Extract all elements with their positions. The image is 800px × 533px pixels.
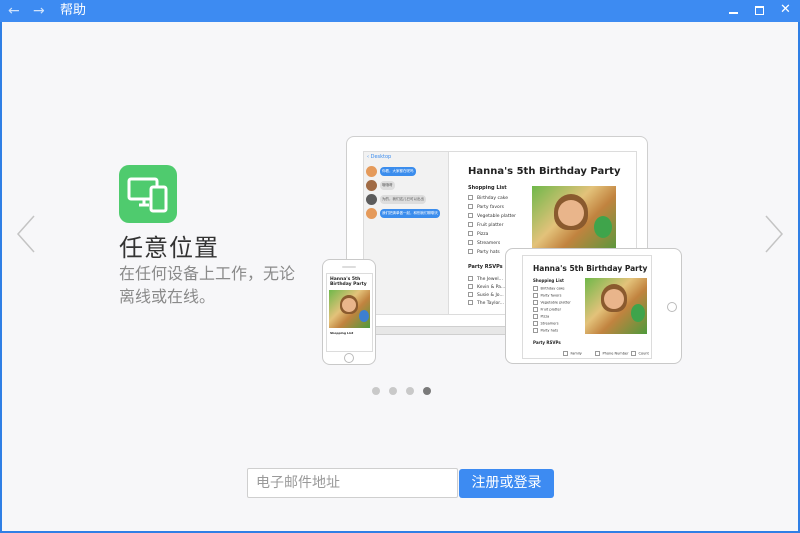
chat-bubble: 你看，大家都在呢吗 — [380, 167, 416, 176]
home-button-icon — [667, 302, 677, 312]
avatar — [366, 194, 377, 205]
list-item: Party favors — [468, 204, 504, 210]
doc-title: Hanna's 5th Birthday Party — [533, 264, 648, 273]
party-photo — [329, 290, 370, 328]
avatar — [366, 208, 377, 219]
carousel-dot[interactable] — [406, 387, 414, 395]
doc-title: Hanna's 5th Birthday Party — [330, 277, 367, 287]
table-header: Count — [631, 351, 649, 356]
chat-bubble: 为的，我们这儿已可以出出 — [380, 195, 426, 204]
table-header: Family — [563, 351, 582, 356]
list-item: Party hats — [533, 328, 559, 333]
signup-login-button[interactable]: 注册或登录 — [459, 469, 554, 498]
list-item: Birthday cake — [533, 286, 565, 291]
doc-rsvp-title: Party RSVPs — [533, 340, 561, 345]
carousel-dot[interactable] — [389, 387, 397, 395]
chat-bubble: 我们把清单做一起，和别我们聊聊天 — [380, 209, 440, 218]
doc-rsvp-title: Party RSVPs — [468, 264, 503, 270]
list-item: Pizza — [468, 231, 488, 237]
doc-list-title: Shopping List — [330, 331, 354, 335]
table-row: The Jewel... — [468, 276, 503, 282]
table-row: Kevin & Pa... — [468, 284, 505, 290]
list-item: Fruit platter — [533, 307, 562, 312]
title-bar: ← → 帮助 ✕ — [0, 0, 800, 22]
feature-title: 任意位置 — [119, 234, 219, 262]
close-icon: ✕ — [780, 2, 791, 17]
carousel-dot[interactable] — [372, 387, 380, 395]
devices-icon — [119, 165, 177, 223]
party-photo — [585, 278, 647, 334]
chat-bubble: 哦哦呀 — [380, 181, 395, 190]
devices-illustration: ‹ Desktop 你看，大家都在呢吗 哦哦呀 为的，我们这儿已可以出出 我们把… — [320, 132, 685, 365]
help-content: 任意位置 在任何设备上工作，无论离线或在线。 ‹ Desktop 你看，大家都在… — [2, 22, 798, 531]
table-row: The Taylor... — [468, 300, 504, 306]
list-item: Pizza — [533, 314, 550, 319]
doc-list-title: Shopping List — [468, 185, 507, 191]
doc-title: Hanna's 5th Birthday Party — [468, 166, 621, 177]
table-row: Susie & Jo... — [468, 292, 504, 298]
chat-pane: ‹ Desktop 你看，大家都在呢吗 哦哦呀 为的，我们这儿已可以出出 我们把… — [364, 152, 449, 314]
party-photo — [532, 186, 616, 256]
list-item: Party hats — [468, 249, 500, 255]
list-item: Vegetable platter — [533, 300, 571, 305]
list-item: Vegetable platter — [468, 213, 516, 219]
list-item: Streamers — [533, 321, 559, 326]
home-button-icon — [344, 353, 354, 363]
tablet-illustration: Hanna's 5th Birthday Party Shopping List… — [505, 248, 682, 364]
chat-back-link: ‹ Desktop — [367, 154, 392, 160]
list-item: Birthday cake — [468, 195, 508, 201]
forward-arrow-icon[interactable]: → — [33, 2, 45, 20]
maximize-button[interactable] — [746, 0, 772, 22]
chat-row: 哦哦呀 — [366, 180, 446, 192]
avatar — [366, 166, 377, 177]
list-item: Fruit platter — [468, 222, 503, 228]
chat-row: 我们把清单做一起，和别我们聊聊天 — [366, 208, 446, 220]
phone-illustration: Hanna's 5th Birthday Party Shopping List — [322, 259, 376, 365]
minimize-icon — [729, 12, 738, 14]
tablet-screen: Hanna's 5th Birthday Party Shopping List… — [522, 255, 652, 359]
feature-description: 在任何设备上工作，无论离线或在线。 — [119, 264, 296, 306]
back-arrow-icon[interactable]: ← — [8, 2, 20, 20]
chat-row: 为的，我们这儿已可以出出 — [366, 194, 446, 206]
avatar — [366, 180, 377, 191]
maximize-icon — [755, 6, 764, 15]
list-item: Party favors — [533, 293, 562, 298]
list-item: Streamers — [468, 240, 500, 246]
table-header: Phone Number — [595, 351, 629, 356]
phone-speaker — [342, 266, 356, 268]
email-input[interactable] — [247, 468, 458, 498]
chat-row: 你看，大家都在呢吗 — [366, 166, 446, 178]
minimize-button[interactable] — [720, 0, 746, 22]
carousel-next-arrow-icon[interactable] — [764, 214, 784, 254]
carousel-dot-active[interactable] — [423, 387, 431, 395]
window-title: 帮助 — [60, 3, 87, 18]
phone-screen: Hanna's 5th Birthday Party Shopping List — [326, 273, 373, 352]
carousel-prev-arrow-icon[interactable] — [16, 214, 36, 254]
doc-list-title: Shopping List — [533, 278, 564, 283]
close-button[interactable]: ✕ — [772, 0, 798, 22]
